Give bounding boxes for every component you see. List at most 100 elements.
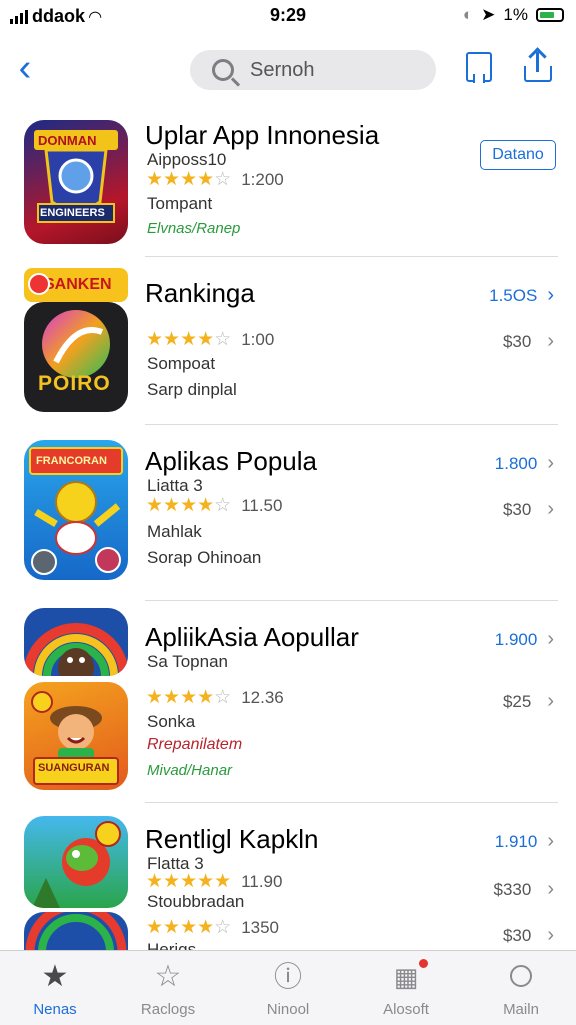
app-icon: FRANCORAN bbox=[24, 440, 128, 580]
price-label: $330 bbox=[493, 879, 532, 899]
app4-banner-text: SUANGURAN bbox=[38, 762, 110, 774]
star-outline-icon: ☆ bbox=[154, 960, 182, 993]
app-tagline-secondary: Mivad/Hanar bbox=[147, 762, 233, 779]
app-subtitle: Liatta 3 bbox=[147, 476, 203, 495]
app-category: Mahlak bbox=[147, 522, 202, 541]
app-icon bbox=[24, 912, 128, 952]
app-category: Tompant bbox=[147, 194, 213, 213]
price-secondary[interactable]: $30 › bbox=[503, 924, 554, 947]
app2-badge-icon bbox=[28, 273, 50, 295]
tab-updates[interactable]: ▦ Alosoft bbox=[351, 951, 461, 1025]
app-icon: DONMAN ENGINEERS bbox=[24, 120, 128, 244]
app-name: Uplar App Innonesia bbox=[145, 120, 380, 150]
rating: ★★★★☆ 11.50 bbox=[146, 494, 282, 517]
clock-icon: ⓘ bbox=[273, 961, 303, 992]
share-icon[interactable] bbox=[524, 47, 552, 82]
app-subtitle: Sa Topnan bbox=[147, 652, 228, 671]
version-label: 1.900 bbox=[494, 629, 538, 649]
version-label: 1.5OS bbox=[489, 285, 538, 305]
rating: ★★★★☆ 1:200 bbox=[146, 168, 284, 191]
app2-word: POIRO bbox=[38, 372, 111, 395]
bookmark-icon[interactable] bbox=[466, 52, 492, 82]
tab-featured[interactable]: ★ Nenas bbox=[0, 951, 110, 1025]
app5-bottom-artwork bbox=[25, 912, 127, 952]
status-bar: ddaok ◠ 9:29 ◐ ➤ 1% bbox=[0, 0, 576, 34]
nav-bar: ‹ Sernoh bbox=[0, 40, 576, 100]
divider bbox=[145, 600, 558, 601]
rating-count: 1:00 bbox=[241, 329, 275, 349]
price[interactable]: $330 › bbox=[494, 878, 555, 901]
price-label: $30 bbox=[502, 331, 532, 351]
version-link[interactable]: 1.910 › bbox=[495, 830, 554, 853]
chevron-right-icon: › bbox=[547, 830, 554, 852]
version-label: 1.910 bbox=[494, 831, 538, 851]
rating-stars: ★★★★☆ bbox=[146, 495, 232, 516]
moon-icon: ◐ bbox=[462, 5, 474, 24]
price[interactable]: $30 › bbox=[503, 330, 554, 353]
app-name: ApliikAsia Aopullar bbox=[145, 622, 359, 652]
chevron-right-icon: › bbox=[547, 878, 554, 900]
location-icon: ➤ bbox=[481, 5, 496, 24]
rating-count: 1:200 bbox=[241, 169, 284, 189]
app-category: Stoubbradan bbox=[147, 892, 245, 911]
calendar-badge-icon: ▦ bbox=[393, 962, 419, 992]
rating-count: 11.50 bbox=[241, 495, 283, 515]
list-item[interactable]: Rentligl Kapkln Flatta 3 1.910 › ★★★★★ 1… bbox=[0, 806, 576, 959]
version-link[interactable]: 1.5OS › bbox=[489, 284, 554, 307]
star-filled-icon: ★ bbox=[41, 960, 69, 993]
rating: ★★★★☆ 12.36 bbox=[146, 686, 284, 709]
version-label: 1.800 bbox=[494, 453, 538, 473]
version-link[interactable]: 1.900 › bbox=[495, 628, 554, 651]
back-chevron-icon[interactable]: ‹ bbox=[10, 46, 40, 90]
app1-top-text: DONMAN bbox=[38, 133, 97, 148]
rating-count: 11.90 bbox=[241, 871, 283, 891]
app1-bottom-text: ENGINEERS bbox=[40, 207, 105, 219]
rating-stars: ★★★★☆ bbox=[146, 169, 232, 190]
app4-top-artwork bbox=[24, 623, 128, 676]
price[interactable]: $30 › bbox=[503, 498, 554, 521]
search-icon bbox=[510, 961, 532, 999]
app-icon bbox=[24, 816, 128, 908]
chevron-right-icon: › bbox=[547, 452, 554, 474]
search-input[interactable]: Sernoh bbox=[190, 50, 436, 90]
tab-history[interactable]: ⓘ Ninool bbox=[233, 951, 343, 1025]
app-icon: POIRO bbox=[24, 302, 128, 412]
app-name: Rankinga bbox=[145, 278, 255, 308]
price[interactable]: $25 › bbox=[503, 690, 554, 713]
divider bbox=[145, 424, 558, 425]
chevron-right-icon: › bbox=[547, 330, 554, 352]
notification-dot bbox=[419, 959, 428, 968]
rating-secondary: ★★★★☆ 1350 bbox=[146, 916, 279, 939]
app-category: Sompoat bbox=[147, 354, 216, 373]
app-tagline: Sorap Ohinoan bbox=[147, 548, 262, 567]
tab-label: Mailn bbox=[503, 1001, 539, 1018]
tab-rankings[interactable]: ☆ Raclogs bbox=[113, 951, 223, 1025]
chevron-right-icon: › bbox=[547, 628, 554, 650]
tab-label: Ninool bbox=[266, 1001, 310, 1018]
chevron-right-icon: › bbox=[547, 690, 554, 712]
app-tagline: Rrepanilatem bbox=[147, 736, 243, 753]
tab-search[interactable]: Mailn bbox=[466, 951, 576, 1025]
app-category: Sonka bbox=[147, 712, 196, 731]
list-item[interactable]: SANKEN POIRO Rankinga 1.5OS › ★★★★☆ 1:00… bbox=[0, 260, 576, 425]
app3-banner-text: FRANCORAN bbox=[36, 455, 107, 467]
divider bbox=[145, 802, 558, 803]
tab-bar: ★ Nenas ☆ Raclogs ⓘ Ninool ▦ Alosoft Mai… bbox=[0, 950, 576, 1025]
app-icon: SANKEN bbox=[24, 268, 128, 302]
list-item[interactable]: FRANCORAN Aplikas Popula Liatta 3 1.800 … bbox=[0, 428, 576, 598]
divider bbox=[145, 256, 558, 257]
app-name: Rentligl Kapkln bbox=[145, 824, 319, 854]
list-item[interactable]: DONMAN ENGINEERS Uplar App Innonesia Aip… bbox=[0, 110, 576, 260]
app-tagline: Elvnas/Ranep bbox=[147, 220, 241, 237]
chevron-right-icon: › bbox=[547, 924, 554, 946]
status-right: ◐ ➤ 1% bbox=[463, 5, 564, 25]
battery-percent: 1% bbox=[503, 5, 528, 24]
get-button[interactable]: Datano bbox=[480, 140, 556, 170]
rating: ★★★★☆ 1:00 bbox=[146, 328, 274, 351]
rating-stars: ★★★★☆ bbox=[146, 329, 232, 350]
tab-label: Alosoft bbox=[383, 1001, 429, 1018]
version-link[interactable]: 1.800 › bbox=[495, 452, 554, 475]
tab-label: Raclogs bbox=[140, 1001, 196, 1018]
rating-count: 1350 bbox=[241, 917, 280, 937]
list-item[interactable]: SUANGURAN ApliikAsia Aopullar Sa Topnan … bbox=[0, 604, 576, 800]
